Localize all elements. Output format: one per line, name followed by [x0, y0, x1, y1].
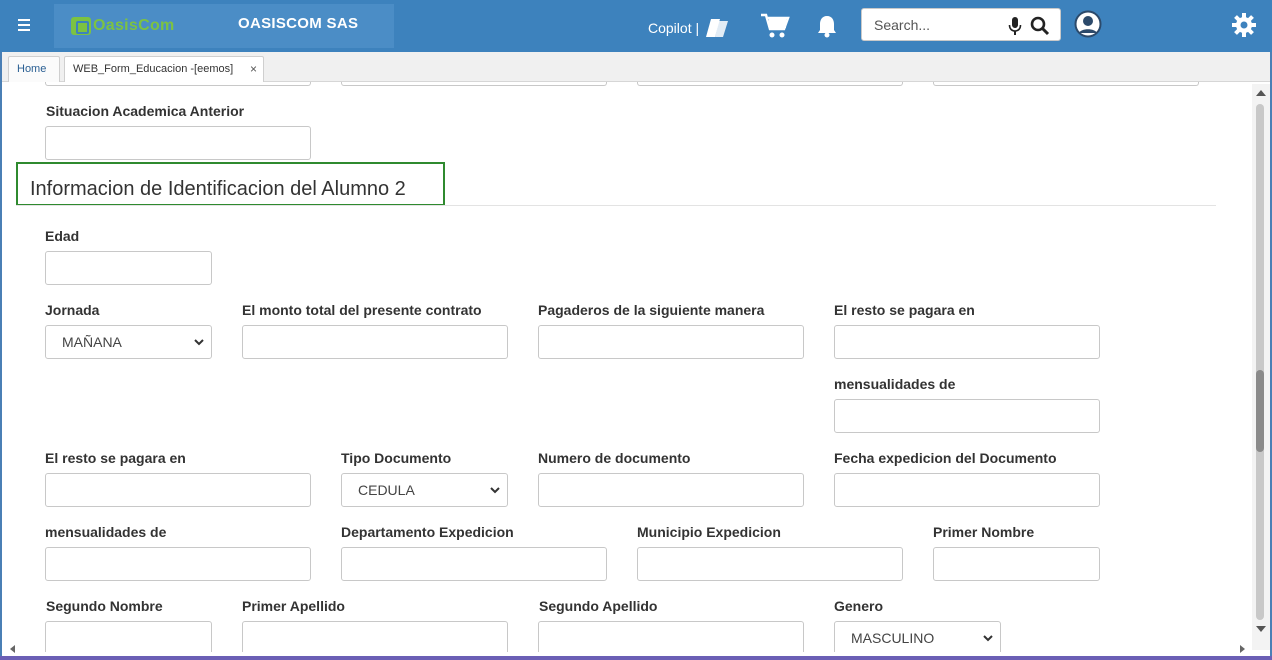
departamento-label: Departamento Expedicion: [341, 524, 514, 540]
scroll-thumb[interactable]: [1256, 370, 1264, 452]
situacion-academica-label: Situacion Academica Anterior: [46, 103, 245, 119]
scroll-up-arrow-icon[interactable]: [1256, 90, 1266, 96]
hamburger-menu-icon[interactable]: [14, 14, 36, 36]
numero-documento-input[interactable]: [538, 473, 804, 507]
partial-input-2[interactable]: [341, 82, 607, 86]
copilot-icon: [706, 19, 729, 37]
tipo-documento-label: Tipo Documento: [341, 450, 452, 466]
jornada-select[interactable]: MAÑANA: [45, 325, 212, 359]
copilot-label: Copilot |: [648, 20, 700, 36]
resto-pagara-label-2: El resto se pagara en: [45, 450, 186, 466]
tab-home-label: Home: [17, 63, 47, 75]
tab-home[interactable]: Home: [8, 56, 60, 82]
pagaderos-input[interactable]: [538, 325, 804, 359]
resto-pagara-label-1: El resto se pagara en: [834, 302, 975, 318]
search-input[interactable]: [874, 16, 1004, 34]
partial-input-4[interactable]: [933, 82, 1199, 86]
pagaderos-label: Pagaderos de la siguiente manera: [538, 302, 765, 318]
tipo-documento-value: CEDULA: [358, 482, 415, 498]
copilot-button[interactable]: Copilot |: [648, 17, 729, 39]
segundo-apellido-input[interactable]: [538, 621, 804, 652]
municipio-input[interactable]: [637, 547, 903, 581]
numero-documento-label: Numero de documento: [538, 450, 691, 466]
situacion-academica-input[interactable]: [45, 126, 311, 160]
tab-bar: Home WEB_Form_Educacion -[eemos] ×: [2, 52, 1270, 82]
section-title: Informacion de Identificacion del Alumno…: [30, 178, 406, 200]
edad-label: Edad: [45, 228, 80, 244]
mensualidades-input-1[interactable]: [834, 399, 1100, 433]
tipo-documento-select[interactable]: CEDULA: [341, 473, 508, 507]
municipio-label: Municipio Expedicion: [637, 524, 781, 540]
mensualidades-label-2: mensualidades de: [45, 524, 167, 540]
monto-total-label: El monto total del presente contrato: [242, 302, 482, 318]
tab-close-icon[interactable]: ×: [250, 62, 257, 76]
oasiscom-logo[interactable]: OasisCom: [71, 16, 175, 36]
vertical-scrollbar[interactable]: [1252, 84, 1270, 650]
segundo-nombre-input[interactable]: [45, 621, 212, 652]
logo-mark-icon: [71, 17, 91, 35]
segundo-apellido-label: Segundo Apellido: [539, 598, 658, 614]
genero-select[interactable]: MASCULINO: [834, 621, 1001, 652]
tab-web-form-educacion[interactable]: WEB_Form_Educacion -[eemos] ×: [64, 56, 264, 82]
edad-input[interactable]: [45, 251, 212, 285]
user-avatar-icon[interactable]: [1074, 10, 1102, 38]
form-content: Situacion Academica Anterior Informacion…: [2, 82, 1252, 652]
fecha-expedicion-input[interactable]: [834, 473, 1100, 507]
resto-pagara-input-1[interactable]: [834, 325, 1100, 359]
microphone-icon[interactable]: [1008, 16, 1022, 36]
segundo-nombre-label: Segundo Nombre: [46, 598, 163, 614]
chevron-down-icon: [194, 339, 204, 346]
scroll-left-arrow-icon[interactable]: [10, 645, 15, 653]
primer-apellido-input[interactable]: [242, 621, 508, 652]
window-bottom-edge: [0, 656, 1272, 660]
section-divider: [16, 205, 1216, 206]
primer-nombre-input[interactable]: [933, 547, 1100, 581]
jornada-label: Jornada: [45, 302, 100, 318]
fecha-expedicion-label: Fecha expedicion del Documento: [834, 450, 1057, 466]
resto-pagara-input-2[interactable]: [45, 473, 311, 507]
gear-icon[interactable]: [1231, 12, 1257, 38]
mensualidades-input-2[interactable]: [45, 547, 311, 581]
search-icon[interactable]: [1030, 16, 1050, 36]
search-box: [861, 8, 1061, 41]
cart-icon[interactable]: [760, 12, 790, 40]
top-bar: OasisCom OASISCOM SAS Copilot |: [0, 0, 1272, 52]
scroll-right-arrow-icon[interactable]: [1240, 645, 1245, 653]
monto-total-input[interactable]: [242, 325, 508, 359]
logo-text: OasisCom: [93, 17, 175, 34]
primer-apellido-label: Primer Apellido: [242, 598, 345, 614]
partial-input-3[interactable]: [637, 82, 903, 86]
bell-icon[interactable]: [816, 14, 838, 38]
genero-label: Genero: [834, 598, 884, 614]
chevron-down-icon: [490, 487, 500, 494]
scroll-track[interactable]: [1256, 104, 1264, 620]
primer-nombre-label: Primer Nombre: [933, 524, 1035, 540]
departamento-input[interactable]: [341, 547, 607, 581]
genero-value: MASCULINO: [851, 630, 935, 646]
company-name: OASISCOM SAS: [238, 15, 359, 32]
mensualidades-label-1: mensualidades de: [834, 376, 956, 392]
chevron-down-icon: [983, 635, 993, 642]
scroll-down-arrow-icon[interactable]: [1256, 626, 1266, 632]
jornada-value: MAÑANA: [62, 334, 122, 350]
partial-input-1[interactable]: [45, 82, 311, 86]
tab-form-label: WEB_Form_Educacion -[eemos]: [73, 63, 234, 75]
